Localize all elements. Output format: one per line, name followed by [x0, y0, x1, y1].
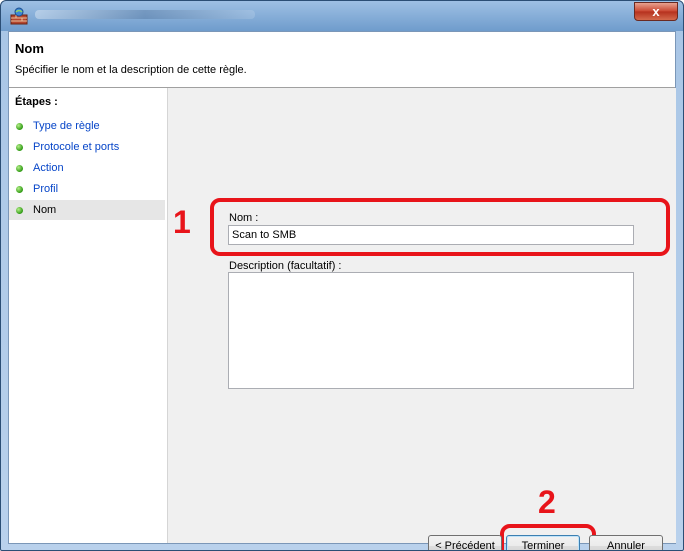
main-pane: Nom : Description (facultatif) : 1 2 < P…	[167, 88, 676, 550]
step-nom-current: Nom	[9, 200, 165, 220]
wizard-window: x Nom Spécifier le nom et la description…	[0, 0, 684, 551]
step-current-icon	[16, 207, 23, 214]
step-complete-icon	[16, 165, 23, 172]
step-label: Protocole et ports	[33, 141, 120, 153]
window-title-obscured	[35, 10, 255, 19]
step-action[interactable]: Action	[9, 158, 165, 178]
page-subtitle: Spécifier le nom et la description de ce…	[15, 64, 247, 76]
step-protocole-et-ports[interactable]: Protocole et ports	[9, 137, 165, 157]
step-label: Type de règle	[33, 120, 100, 132]
finish-button[interactable]: Terminer	[506, 535, 580, 550]
back-button[interactable]: < Précédent	[428, 535, 502, 550]
steps-pane: Étapes : Type de règle Protocole et port…	[9, 88, 167, 543]
description-label: Description (facultatif) :	[229, 260, 342, 272]
step-type-de-regle[interactable]: Type de règle	[9, 116, 165, 136]
step-profil[interactable]: Profil	[9, 179, 165, 199]
step-label: Nom	[33, 204, 57, 216]
callout-box-1	[210, 198, 670, 256]
cancel-button[interactable]: Annuler	[589, 535, 663, 550]
page-title: Nom	[15, 41, 44, 56]
title-bar: x	[1, 1, 683, 31]
step-complete-icon	[16, 144, 23, 151]
firewall-app-icon	[10, 7, 28, 25]
callout-number-2: 2	[538, 484, 556, 520]
close-button[interactable]: x	[634, 2, 678, 21]
step-label: Profil	[33, 183, 59, 195]
wizard-header: Nom Spécifier le nom et la description d…	[9, 32, 675, 88]
wizard-client-area: Nom Spécifier le nom et la description d…	[8, 31, 676, 550]
steps-title: Étapes :	[15, 96, 58, 108]
step-complete-icon	[16, 186, 23, 193]
step-label: Action	[33, 162, 64, 174]
callout-number-1: 1	[173, 204, 191, 240]
step-complete-icon	[16, 123, 23, 130]
description-textarea[interactable]	[228, 272, 634, 389]
